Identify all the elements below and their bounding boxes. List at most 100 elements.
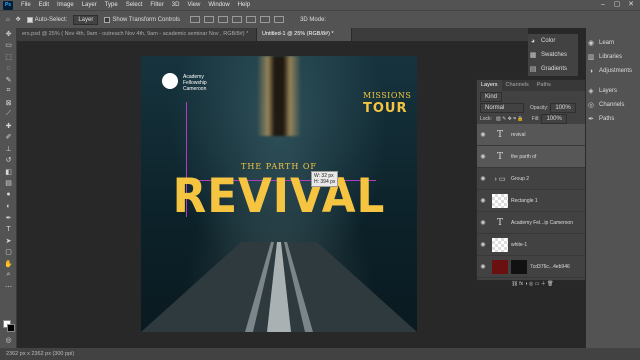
menu-3d[interactable]: 3D — [168, 2, 184, 8]
lock-icons[interactable]: ▨ ✎ ✥ ⌗ 🔒 — [496, 116, 524, 122]
visibility-eye-icon[interactable]: ◉ — [477, 131, 489, 138]
layer-row[interactable]: ◉ 7cd376c...4eb946 — [477, 256, 585, 278]
pen-tool-icon[interactable]: ✒ — [0, 212, 17, 224]
transform-checkbox[interactable] — [104, 16, 111, 23]
layer-row[interactable]: ◉ Rectangle 1 — [477, 190, 585, 212]
visibility-eye-icon[interactable]: ◉ — [477, 219, 489, 226]
missions-text[interactable]: MISSIONS — [363, 91, 411, 100]
layer-row[interactable]: ◉ white-1 — [477, 234, 585, 256]
menu-edit[interactable]: Edit — [35, 2, 53, 8]
frame-tool-icon[interactable]: ⊠ — [0, 97, 17, 109]
panel-channels[interactable]: ◎ Channels — [586, 98, 640, 112]
move-tool-icon[interactable]: ✥ — [0, 28, 17, 40]
minimize-button[interactable]: – — [596, 0, 610, 10]
tab-layers[interactable]: Layers — [477, 80, 502, 91]
tab-paths[interactable]: Paths — [533, 80, 555, 91]
paths-icon: ✒ — [588, 116, 594, 123]
menu-help[interactable]: Help — [234, 2, 254, 8]
layer-footer-icons[interactable]: ⛓ fx ◑ ◎ ▭ ＋ 🗑 — [511, 280, 553, 287]
zoom-tool-icon[interactable]: ⌕ — [0, 270, 17, 282]
menu-filter[interactable]: Filter — [146, 2, 167, 8]
artboard-tool-icon[interactable]: ▭ — [0, 40, 17, 52]
distribute-icon[interactable] — [274, 16, 285, 23]
home-icon[interactable]: ⌂ — [6, 17, 10, 23]
menu-image[interactable]: Image — [53, 2, 78, 8]
align-bottom-icon[interactable] — [260, 16, 271, 23]
layer-row[interactable]: ◉ T the parth of — [477, 146, 585, 168]
align-middle-icon[interactable] — [246, 16, 257, 23]
marquee-tool-icon[interactable]: ⬚ — [0, 51, 17, 63]
panel-swatches[interactable]: ▦ Swatches — [528, 48, 578, 62]
eraser-icon[interactable]: ◧ — [0, 166, 17, 178]
quick-select-icon[interactable]: ✎ — [0, 74, 17, 86]
visibility-eye-icon[interactable]: ◉ — [477, 153, 489, 160]
opacity-field[interactable]: 100% — [550, 102, 576, 113]
menu-layer[interactable]: Layer — [78, 2, 101, 8]
eyedropper-icon[interactable]: ⟋ — [0, 109, 17, 121]
tour-text[interactable]: TOUR — [363, 101, 408, 116]
shape-thumbnail — [492, 193, 508, 208]
revival-text[interactable]: REVIVAL — [151, 169, 408, 224]
artboard[interactable]: Academy Fellowship Cameroon MISSIONS TOU… — [141, 56, 417, 332]
layer-row[interactable]: ◉ › ▭ Group 2 — [477, 168, 585, 190]
visibility-eye-icon[interactable]: ◉ — [477, 175, 489, 182]
panel-gradients[interactable]: ▤ Gradients — [528, 62, 578, 76]
panel-learn[interactable]: ◉ Learn — [586, 36, 640, 50]
layer-row[interactable]: ◉ T revival — [477, 124, 585, 146]
text-layer-icon: T — [496, 151, 503, 162]
visibility-eye-icon[interactable]: ◉ — [477, 197, 489, 204]
tab-document-1[interactable]: ers.psd @ 25% ( Nov 4th, 9am - outreach … — [17, 28, 257, 41]
auto-select-toggle[interactable]: Auto-Select: — [26, 16, 67, 23]
color-icon: ◕ — [530, 37, 536, 45]
opacity-label: Opacity: — [530, 104, 549, 111]
layers-panel-tabs: Layers Channels Paths — [477, 80, 585, 91]
history-brush-icon[interactable]: ↺ — [0, 155, 17, 167]
panel-adjustments[interactable]: ◑ Adjustments — [586, 64, 640, 78]
dodge-tool-icon[interactable]: ◐ — [0, 201, 17, 213]
more-tools-icon[interactable]: ⋯ — [0, 281, 17, 293]
tab-channels[interactable]: Channels — [502, 80, 533, 91]
quick-mask-icon[interactable]: ◎ — [0, 334, 17, 346]
panel-color[interactable]: ◕ Color — [528, 34, 578, 48]
clone-stamp-icon[interactable]: ⊥ — [0, 143, 17, 155]
crop-tool-icon[interactable]: ⌗ — [0, 86, 17, 98]
menu-window[interactable]: Window — [204, 2, 233, 8]
align-left-icon[interactable] — [190, 16, 201, 23]
maximize-button[interactable]: ▢ — [610, 0, 624, 10]
lasso-tool-icon[interactable]: ◌ — [0, 63, 17, 75]
text-layer-icon: T — [496, 129, 503, 140]
tab-document-2[interactable]: Untitled-1 @ 25% (RGB/8#) * — [257, 28, 352, 41]
background-color-swatch[interactable] — [7, 324, 15, 332]
panel-layers[interactable]: ◈ Layers — [586, 84, 640, 98]
align-right-icon[interactable] — [218, 16, 229, 23]
close-button[interactable]: ✕ — [624, 0, 638, 10]
panel-paths[interactable]: ✒ Paths — [586, 112, 640, 126]
align-center-icon[interactable] — [204, 16, 215, 23]
align-top-icon[interactable] — [232, 16, 243, 23]
canvas-area[interactable]: Academy Fellowship Cameroon MISSIONS TOU… — [17, 41, 528, 348]
menu-type[interactable]: Type — [101, 2, 122, 8]
path-select-icon[interactable]: ➤ — [0, 235, 17, 247]
filter-row: Kind — [477, 91, 585, 102]
visibility-eye-icon[interactable]: ◉ — [477, 241, 489, 248]
menu-file[interactable]: File — [17, 2, 35, 8]
transform-toggle[interactable]: Show Transform Controls — [104, 16, 180, 23]
menu-select[interactable]: Select — [122, 2, 147, 8]
blend-mode-dropdown[interactable]: Normal — [480, 102, 524, 113]
move-tool-icon[interactable]: ✥ — [16, 16, 21, 23]
visibility-eye-icon[interactable]: ◉ — [477, 263, 489, 270]
panel-libraries[interactable]: ▥ Libraries — [586, 50, 640, 64]
fill-field[interactable]: 100% — [541, 113, 567, 124]
shape-tool-icon[interactable]: ▢ — [0, 247, 17, 259]
kind-filter-dropdown[interactable]: Kind — [480, 91, 503, 102]
healing-brush-icon[interactable]: ✚ — [0, 120, 17, 132]
menu-view[interactable]: View — [183, 2, 204, 8]
auto-select-dropdown[interactable]: Layer — [73, 14, 99, 25]
gradient-tool-icon[interactable]: ▤ — [0, 178, 17, 190]
type-tool-icon[interactable]: T — [0, 224, 17, 236]
blur-tool-icon[interactable]: ● — [0, 189, 17, 201]
auto-select-checkbox[interactable] — [26, 16, 33, 23]
hand-tool-icon[interactable]: ✋ — [0, 258, 17, 270]
layer-row[interactable]: ◉ T Academy Fel...ip Cameroon — [477, 212, 585, 234]
brush-tool-icon[interactable]: ✐ — [0, 132, 17, 144]
